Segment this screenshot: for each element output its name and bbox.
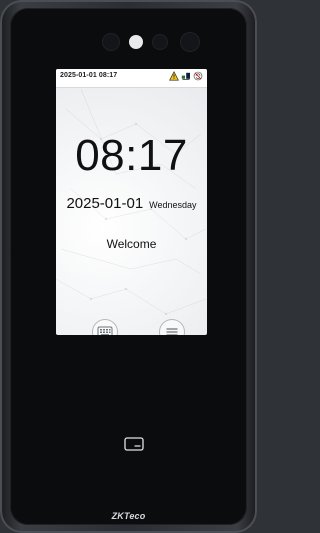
- brand-logo: ZKTeco: [111, 511, 146, 521]
- date-line: 2025-01-01 Wednesday: [56, 195, 207, 213]
- main-weekday: Wednesday: [149, 200, 197, 210]
- warning-icon: [169, 71, 179, 81]
- keyboard-icon: [97, 326, 113, 335]
- status-bar: 2025-01-01 08:17: [56, 69, 207, 88]
- camera-sensor-left: [102, 33, 120, 51]
- network-icon: [181, 72, 190, 80]
- status-icons: [169, 71, 203, 81]
- fingerprint-disabled-icon: [193, 71, 203, 81]
- touch-screen: 2025-01-01 08:17 08:17 2025-01-01 Wednes…: [56, 69, 207, 335]
- camera-sensor-center: [152, 34, 168, 50]
- access-control-device: 2025-01-01 08:17 08:17 2025-01-01 Wednes…: [0, 0, 257, 533]
- welcome-message: Welcome: [106, 237, 157, 251]
- card-icon: [124, 437, 144, 451]
- light-sensor: [129, 35, 143, 49]
- menu-icon: [166, 328, 178, 335]
- main-clock: 08:17: [75, 131, 188, 180]
- status-datetime: 2025-01-01 08:17: [60, 72, 118, 79]
- main-date: 2025-01-01: [66, 195, 144, 212]
- card-reader: [122, 435, 146, 453]
- camera-sensor-right: [180, 32, 200, 52]
